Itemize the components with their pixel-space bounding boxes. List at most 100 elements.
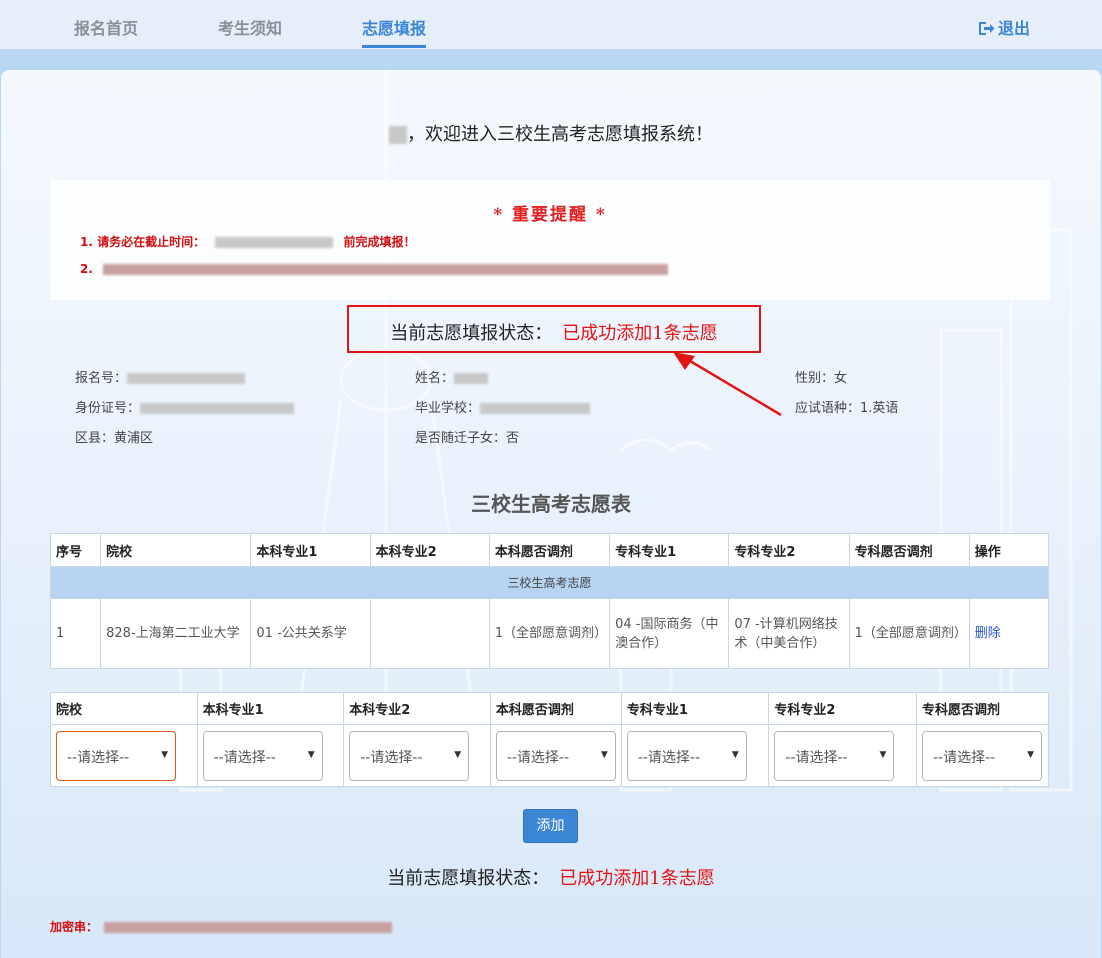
gender-label: 性别： <box>795 371 835 386</box>
notice-line-2-prefix: 2. <box>80 262 93 276</box>
header-college1: 专科专业1 <box>609 533 730 567</box>
delete-link[interactable]: 删除 <box>975 626 1001 641</box>
status-highlight: 当前志愿填报状态： 已成功添加1条志愿 <box>347 305 761 353</box>
district: 区县：黄浦区 <box>75 427 153 446</box>
chevron-down-icon: ▼ <box>879 749 887 760</box>
id-number: 身份证号： <box>75 397 295 416</box>
college-adjust-select[interactable]: --请选择-- ▼ <box>921 730 1042 781</box>
cell-college-adjust: 1（全部愿意调剂） <box>848 598 970 669</box>
tab-home[interactable]: 报名首页 <box>74 15 138 39</box>
tab-instructions[interactable]: 考生须知 <box>218 15 282 39</box>
header-bachelor2: 本科专业2 <box>369 533 490 567</box>
welcome-message: ，欢迎进入三校生高考志愿填报系统！ <box>1 120 1101 146</box>
notice-line-1-prefix: 1. 请务必在截止时间： <box>80 235 206 249</box>
cell-action: 删除 <box>968 598 1050 669</box>
logout-label: 退出 <box>997 19 1030 38</box>
table-title: 三校生高考志愿表 <box>471 492 631 516</box>
college1-select-value: --请选择-- <box>637 749 701 766</box>
table-row: 1 828-上海第二工业大学 01 -公共关系学 1（全部愿意调剂） 04 -国… <box>49 598 1050 669</box>
chevron-down-icon: ▼ <box>454 749 462 760</box>
student-name: 姓名： <box>415 367 489 386</box>
table-header-row: 序号 院校 本科专业1 本科专业2 本科愿否调剂 专科专业1 专科专业2 专科愿… <box>49 533 1050 567</box>
cipher-label: 加密串： <box>50 920 99 934</box>
header-school: 院校 <box>100 533 252 567</box>
college-adjust-select-value: --请选择-- <box>932 749 996 766</box>
chevron-down-icon: ▼ <box>307 749 315 760</box>
cell-school: 828-上海第二工业大学 <box>100 598 252 669</box>
bachelor-adjust-select[interactable]: --请选择-- ▼ <box>495 730 616 781</box>
exam-language: 应试语种：1.英语 <box>795 397 898 416</box>
form-header-bachelor2: 本科专业2 <box>343 692 491 725</box>
header-action: 操作 <box>968 533 1050 567</box>
graduate-school: 毕业学校： <box>415 397 591 416</box>
form-header-college1: 专科专业1 <box>620 692 770 725</box>
name-label: 姓名： <box>415 371 455 386</box>
cell-index: 1 <box>49 598 102 669</box>
redacted-deadline <box>215 237 334 248</box>
school-select-value: --请选择-- <box>67 749 130 766</box>
form-header-bachelor-adjust: 本科愿否调剂 <box>489 692 622 725</box>
form-header-school: 院校 <box>50 692 198 725</box>
language-label: 应试语种： <box>795 401 861 416</box>
form-header-row: 院校 本科专业1 本科专业2 本科愿否调剂 专科专业1 专科专业2 专科愿否调剂 <box>50 692 1050 725</box>
logout-icon <box>978 22 995 35</box>
chevron-down-icon: ▼ <box>161 749 168 760</box>
cell-bachelor1: 01 -公共关系学 <box>250 598 371 669</box>
chevron-down-icon: ▼ <box>600 749 608 760</box>
migrant-value: 否 <box>506 431 520 446</box>
form-header-bachelor1: 本科专业1 <box>196 692 345 725</box>
form-header-college-adjust: 专科愿否调剂 <box>915 692 1050 725</box>
welcome-text: ，欢迎进入三校生高考志愿填报系统！ <box>407 124 713 145</box>
redacted-name-field <box>454 373 489 384</box>
redacted-reg-no <box>127 373 246 384</box>
college2-select[interactable]: --请选择-- ▼ <box>774 730 895 781</box>
chevron-down-icon: ▼ <box>731 749 739 760</box>
school-select[interactable]: --请选择-- ▼ <box>56 730 176 781</box>
bachelor2-select[interactable]: --请选择-- ▼ <box>349 730 470 781</box>
cell-bachelor-adjust: 1（全部愿意调剂） <box>488 598 611 669</box>
cell-college2: 07 -计算机网络技术（中美合作） <box>728 598 850 669</box>
status-bottom-value: 已成功添加1条志愿 <box>559 868 715 889</box>
redacted-name <box>389 126 407 144</box>
bachelor1-select[interactable]: --请选择-- ▼ <box>202 730 323 781</box>
cell-bachelor2 <box>369 598 490 669</box>
chevron-down-icon: ▼ <box>1027 749 1034 760</box>
header-bachelor1: 本科专业1 <box>250 533 371 567</box>
bachelor2-select-value: --请选择-- <box>360 749 423 766</box>
header-bachelor-adjust: 本科愿否调剂 <box>488 533 611 567</box>
application-table: 序号 院校 本科专业1 本科专业2 本科愿否调剂 专科专业1 专科专业2 专科愿… <box>49 533 1050 669</box>
notice-title: * 重要提醒 * <box>493 205 607 225</box>
college1-select[interactable]: --请选择-- ▼ <box>626 730 747 781</box>
form-header-college2: 专科专业2 <box>768 692 917 725</box>
school-label: 毕业学校： <box>415 401 481 416</box>
status-label: 当前志愿填报状态： <box>390 323 553 344</box>
status-value: 已成功添加1条志愿 <box>562 323 718 344</box>
district-label: 区县： <box>75 431 115 446</box>
id-label: 身份证号： <box>75 401 141 416</box>
notice-box: * 重要提醒 * 1. 请务必在截止时间： 前完成填报！ 2. <box>50 180 1050 300</box>
bachelor1-select-value: --请选择-- <box>213 749 276 766</box>
reg-no-label: 报名号： <box>75 371 128 386</box>
form-select-row: --请选择-- ▼ --请选择-- ▼ --请选择-- ▼ --请选择-- ▼ --请选… <box>50 724 1050 787</box>
annotation-arrow <box>673 352 782 417</box>
group-row: 三校生高考志愿 <box>50 566 1049 599</box>
bachelor-adjust-select-value: --请选择-- <box>506 749 570 766</box>
top-nav: 报名首页 考生须知 志愿填报 退出 <box>0 0 1102 50</box>
status-bottom-label: 当前志愿填报状态： <box>387 868 550 889</box>
tab-application[interactable]: 志愿填报 <box>362 15 427 48</box>
logout-button[interactable]: 退出 <box>978 15 1030 39</box>
reg-no: 报名号： <box>75 367 246 386</box>
add-button[interactable]: 添加 <box>523 809 578 843</box>
header-college2: 专科专业2 <box>728 533 850 567</box>
cipher-string: 加密串： <box>50 918 393 935</box>
redacted-id-number <box>140 403 295 414</box>
migrant-child: 是否随迁子女：否 <box>415 427 519 446</box>
migrant-label: 是否随迁子女： <box>415 431 507 446</box>
notice-line-1-suffix: 前完成填报！ <box>343 235 416 249</box>
add-form-table: 院校 本科专业1 本科专业2 本科愿否调剂 专科专业1 专科专业2 专科愿否调剂… <box>50 692 1050 787</box>
group-label: 三校生高考志愿 <box>50 566 1049 599</box>
district-value: 黄浦区 <box>114 431 154 446</box>
main-panel: ，欢迎进入三校生高考志愿填报系统！ * 重要提醒 * 1. 请务必在截止时间： … <box>1 70 1101 958</box>
gender-value: 女 <box>834 371 848 386</box>
cell-college1: 04 -国际商务（中澳合作） <box>609 598 730 669</box>
